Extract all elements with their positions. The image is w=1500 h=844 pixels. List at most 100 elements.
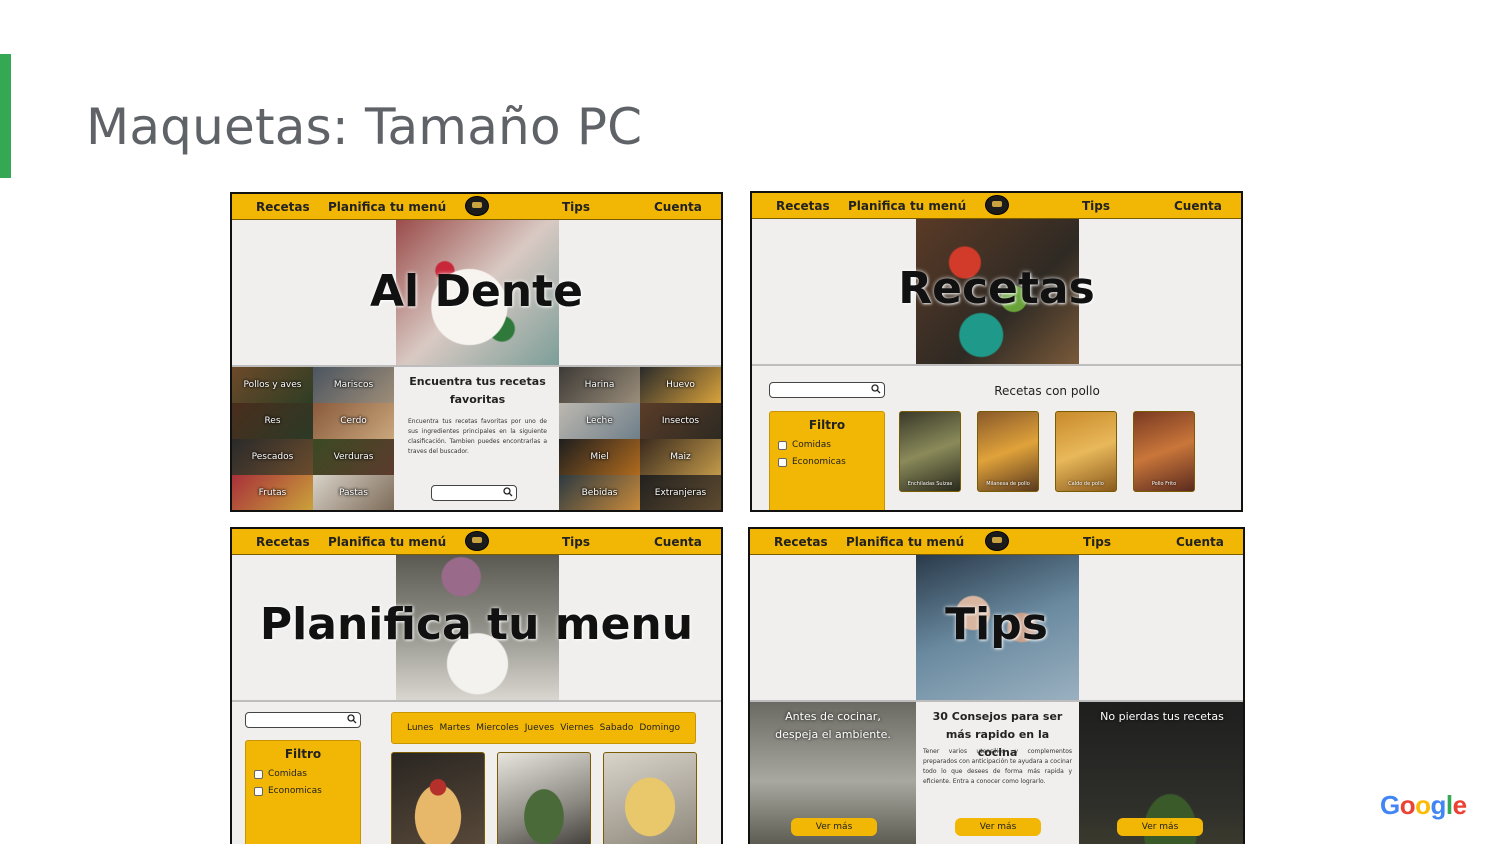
logo-letter: G bbox=[1380, 790, 1400, 820]
mockup-planifica: Recetas Planifica tu menú Tips Cuenta Pl… bbox=[230, 527, 723, 844]
nav-tips[interactable]: Tips bbox=[1083, 535, 1111, 549]
day-tab[interactable]: Domingo bbox=[639, 723, 680, 733]
tip-panel-center: 30 Consejos para ser más rapido en la co… bbox=[916, 702, 1079, 844]
meal-card[interactable] bbox=[391, 752, 485, 844]
recipe-card-label: Enchiladas Suizas bbox=[907, 481, 953, 487]
nav-tips[interactable]: Tips bbox=[562, 200, 590, 214]
category-tile[interactable]: Huevo bbox=[640, 367, 721, 403]
search-input[interactable] bbox=[431, 485, 517, 501]
logo-letter: g bbox=[1430, 790, 1447, 820]
category-tile[interactable]: Bebidas bbox=[559, 475, 640, 510]
recipe-card-label: Pollo Frito bbox=[1151, 481, 1177, 487]
logo-letter: o bbox=[1399, 790, 1416, 820]
mockup-home: Recetas Planifica tu menú Tips Cuenta Al… bbox=[230, 192, 723, 512]
ver-mas-button[interactable]: Ver más bbox=[1117, 818, 1203, 836]
search-icon bbox=[503, 487, 513, 497]
filter-title: Filtro bbox=[808, 418, 846, 432]
nav-recetas[interactable]: Recetas bbox=[256, 200, 310, 214]
filter-panel: Filtro Comidas Economicas bbox=[245, 740, 361, 844]
meal-card[interactable] bbox=[603, 752, 697, 844]
checkbox[interactable] bbox=[254, 769, 263, 779]
nav-bar: Recetas Planifica tu menú Tips Cuenta bbox=[750, 529, 1243, 555]
category-tile[interactable]: Verduras bbox=[313, 439, 394, 475]
recipe-card[interactable]: Pollo Frito bbox=[1133, 411, 1195, 492]
hero-title: Tips bbox=[945, 599, 1048, 650]
category-tile[interactable]: Maiz bbox=[640, 439, 721, 475]
category-tile[interactable]: Res bbox=[232, 403, 313, 439]
nav-recetas[interactable]: Recetas bbox=[776, 199, 830, 213]
nav-cuenta[interactable]: Cuenta bbox=[1176, 535, 1224, 549]
recipe-card[interactable]: Caldo de pollo bbox=[1055, 411, 1117, 492]
category-tile[interactable]: Insectos bbox=[640, 403, 721, 439]
category-tile[interactable]: Harina bbox=[559, 367, 640, 403]
nav-cuenta[interactable]: Cuenta bbox=[1174, 199, 1222, 213]
filter-option[interactable]: Comidas bbox=[254, 769, 307, 779]
divider bbox=[752, 364, 1241, 366]
checkbox[interactable] bbox=[778, 440, 787, 450]
section-title: Recetas con pollo bbox=[994, 384, 1100, 398]
day-tab[interactable]: Miercoles bbox=[476, 723, 519, 733]
search-icon bbox=[871, 384, 881, 394]
slide-title: Maquetas: Tamaño PC bbox=[86, 98, 643, 156]
nav-planifica[interactable]: Planifica tu menú bbox=[848, 199, 966, 213]
nav-bar: Recetas Planifica tu menú Tips Cuenta bbox=[752, 193, 1241, 219]
recipe-card[interactable]: Enchiladas Suizas bbox=[899, 411, 961, 492]
filter-option-label: Comidas bbox=[268, 769, 307, 779]
tip-panel-text: No pierdas tus recetas bbox=[1100, 710, 1224, 723]
category-tile[interactable]: Frutas bbox=[232, 475, 313, 510]
nav-bar: Recetas Planifica tu menú Tips Cuenta bbox=[232, 194, 721, 220]
ver-mas-button[interactable]: Ver más bbox=[955, 818, 1041, 836]
info-title: Encuentra tus recetas favoritas bbox=[409, 375, 546, 406]
brand-logo-icon[interactable] bbox=[465, 531, 489, 551]
filter-option[interactable]: Economicas bbox=[254, 786, 322, 796]
nav-planifica[interactable]: Planifica tu menú bbox=[846, 535, 964, 549]
meal-card[interactable] bbox=[497, 752, 591, 844]
nav-bar: Recetas Planifica tu menú Tips Cuenta bbox=[232, 529, 721, 555]
accent-bar bbox=[0, 54, 11, 178]
category-tile[interactable]: Leche bbox=[559, 403, 640, 439]
nav-recetas[interactable]: Recetas bbox=[256, 535, 310, 549]
filter-option-label: Comidas bbox=[792, 440, 831, 450]
brand-logo-icon[interactable] bbox=[985, 531, 1009, 551]
nav-cuenta[interactable]: Cuenta bbox=[654, 535, 702, 549]
checkbox[interactable] bbox=[778, 457, 787, 467]
recipe-card[interactable]: Milanesa de pollo bbox=[977, 411, 1039, 492]
info-panel: Encuentra tus recetas favoritas Encuentr… bbox=[396, 367, 559, 510]
day-tab[interactable]: Jueves bbox=[525, 723, 554, 733]
brand-logo-icon[interactable] bbox=[985, 195, 1009, 215]
search-input[interactable] bbox=[245, 712, 361, 728]
nav-recetas[interactable]: Recetas bbox=[774, 535, 828, 549]
category-tile[interactable]: Pollos y aves bbox=[232, 367, 313, 403]
category-tile[interactable]: Mariscos bbox=[313, 367, 394, 403]
search-input[interactable] bbox=[769, 382, 885, 398]
tip-panel-body: Tener varios utensilios y complementos p… bbox=[923, 748, 1072, 785]
nav-tips[interactable]: Tips bbox=[1082, 199, 1110, 213]
recipe-card-label: Milanesa de pollo bbox=[986, 481, 1030, 487]
category-tile[interactable]: Extranjeras bbox=[640, 475, 721, 510]
google-logo: Google bbox=[1380, 790, 1467, 821]
brand-logo-icon[interactable] bbox=[465, 196, 489, 216]
category-tile[interactable]: Pescados bbox=[232, 439, 313, 475]
day-tab[interactable]: Sabado bbox=[600, 723, 634, 733]
category-tile[interactable]: Cerdo bbox=[313, 403, 394, 439]
filter-option-label: Economicas bbox=[268, 786, 322, 796]
tip-panel-text: Antes de cocinar, despeja el ambiente. bbox=[775, 710, 891, 741]
nav-tips[interactable]: Tips bbox=[562, 535, 590, 549]
day-tab[interactable]: Lunes bbox=[407, 723, 434, 733]
checkbox[interactable] bbox=[254, 786, 263, 796]
filter-option[interactable]: Economicas bbox=[778, 457, 846, 467]
category-tile[interactable]: Pastas bbox=[313, 475, 394, 510]
category-tile[interactable]: Miel bbox=[559, 439, 640, 475]
day-tab[interactable]: Viernes bbox=[560, 723, 593, 733]
filter-panel: Filtro Comidas Economicas bbox=[769, 411, 885, 510]
filter-title: Filtro bbox=[284, 747, 322, 761]
filter-option[interactable]: Comidas bbox=[778, 440, 831, 450]
search-icon bbox=[347, 714, 357, 724]
ver-mas-button[interactable]: Ver más bbox=[791, 818, 877, 836]
nav-planifica[interactable]: Planifica tu menú bbox=[328, 200, 446, 214]
nav-cuenta[interactable]: Cuenta bbox=[654, 200, 702, 214]
nav-planifica[interactable]: Planifica tu menú bbox=[328, 535, 446, 549]
day-tab[interactable]: Martes bbox=[440, 723, 471, 733]
recipe-card-label: Caldo de pollo bbox=[1068, 481, 1104, 487]
logo-letter: e bbox=[1452, 790, 1467, 820]
